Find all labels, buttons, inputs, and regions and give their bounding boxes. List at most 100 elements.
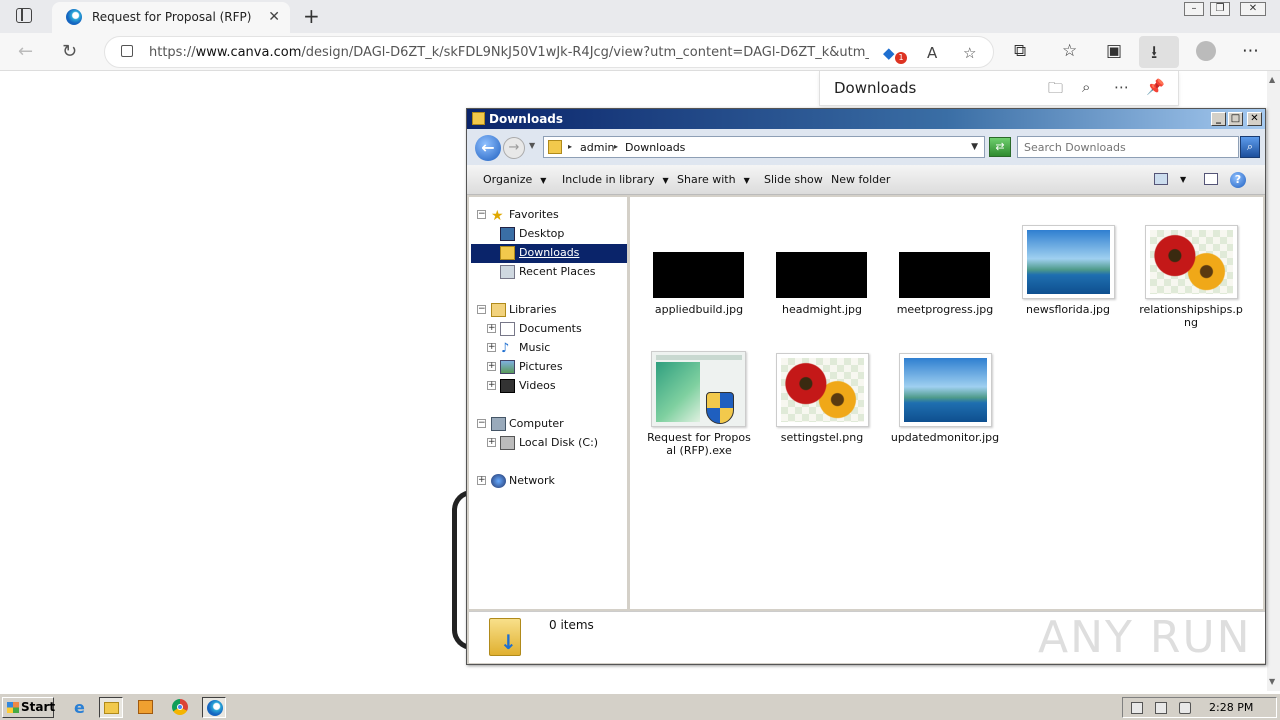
pin-icon[interactable]: 📌 [1146, 78, 1165, 96]
scroll-down-icon[interactable]: ▼ [1269, 677, 1275, 686]
collapse-icon[interactable]: − [477, 305, 486, 314]
nav-network[interactable]: + Network [469, 472, 625, 491]
explorer-maximize-button[interactable]: □ [1228, 112, 1243, 126]
nav-documents[interactable]: + Documents [469, 320, 625, 339]
browser-tab-active[interactable]: Request for Proposal (RFP) ✕ [52, 2, 290, 33]
media-player-icon[interactable] [134, 697, 158, 718]
expand-icon[interactable]: + [487, 343, 496, 352]
edge-icon[interactable] [202, 697, 226, 718]
expand-icon[interactable]: + [477, 476, 486, 485]
tab-actions-icon[interactable] [16, 8, 32, 23]
search-button-icon[interactable]: ⌕ [1240, 136, 1260, 158]
clock[interactable]: 2:28 PM [1209, 701, 1253, 714]
lock-icon[interactable] [121, 45, 133, 57]
breadcrumb-separator-icon[interactable]: ▸ [614, 142, 618, 151]
file-item[interactable]: settingstel.png [767, 351, 877, 451]
expand-icon[interactable]: + [487, 324, 496, 333]
downloads-button[interactable]: ⭳ [1139, 36, 1179, 68]
breadcrumb-separator-icon[interactable]: ▸ [568, 142, 572, 151]
image-thumbnail [1145, 225, 1238, 299]
explorer-folder-icon[interactable] [99, 697, 123, 718]
nav-videos[interactable]: + Videos [469, 377, 625, 396]
item-count: 0 items [549, 618, 594, 632]
new-folder-button[interactable]: New folder [831, 173, 890, 186]
nav-local-disk[interactable]: + Local Disk (C:) [469, 434, 625, 453]
organize-menu[interactable]: Organize ▼ [483, 173, 546, 186]
nav-music[interactable]: + ♪ Music [469, 339, 625, 358]
collapse-icon[interactable]: − [477, 419, 486, 428]
file-item[interactable]: meetprogress.jpg [890, 223, 1000, 323]
breadcrumb-downloads[interactable]: Downloads [625, 141, 685, 154]
explorer-title: Downloads [489, 112, 564, 126]
more-menu-icon[interactable]: ⋯ [1242, 41, 1259, 61]
nav-favorites[interactable]: − ★ Favorites [469, 206, 625, 225]
start-button[interactable]: Start [2, 697, 55, 718]
file-name: meetprogress.jpg [896, 303, 994, 316]
forward-button[interactable]: → [503, 137, 525, 159]
recent-pages-dropdown-icon[interactable]: ▼ [529, 141, 535, 150]
help-icon[interactable]: ? [1230, 172, 1246, 188]
new-tab-icon[interactable]: + [303, 4, 320, 28]
minimize-window-button[interactable]: – [1184, 2, 1204, 16]
chrome-icon[interactable] [168, 697, 192, 718]
explorer-titlebar[interactable]: Downloads _ □ ✕ [467, 109, 1265, 129]
read-aloud-icon[interactable]: A [927, 44, 937, 62]
back-button[interactable]: ← [475, 135, 501, 161]
file-item[interactable]: appliedbuild.jpg [644, 223, 754, 323]
include-in-library-menu[interactable]: Include in library ▼ [562, 173, 669, 186]
nav-desktop[interactable]: Desktop [469, 225, 625, 244]
nav-libraries[interactable]: − Libraries [469, 301, 625, 320]
collections-icon[interactable]: ▣ [1106, 41, 1122, 61]
close-window-button[interactable]: ✕ [1240, 2, 1266, 16]
nav-computer[interactable]: − Computer [469, 415, 625, 434]
expand-icon[interactable]: + [487, 438, 496, 447]
page-scrollbar[interactable]: ▲ ▼ [1267, 71, 1280, 691]
search-downloads-input[interactable] [1018, 137, 1218, 157]
tab-close-icon[interactable]: ✕ [268, 9, 280, 25]
expand-icon[interactable]: + [487, 362, 496, 371]
expand-icon[interactable]: + [487, 381, 496, 390]
path-dropdown-icon[interactable]: ▼ [971, 142, 978, 152]
more-options-icon[interactable]: ⋯ [1114, 78, 1129, 96]
add-favorite-icon[interactable]: ☆ [963, 44, 976, 62]
libraries-icon [491, 303, 506, 317]
explorer-minimize-button[interactable]: _ [1211, 112, 1226, 126]
open-folder-icon[interactable]: 🗀 [1048, 78, 1063, 103]
flag-icon[interactable] [1131, 702, 1143, 714]
collapse-icon[interactable]: − [477, 210, 486, 219]
file-item[interactable]: newsflorida.jpg [1013, 223, 1123, 323]
folder-icon [472, 112, 485, 125]
file-item[interactable]: headmight.jpg [767, 223, 877, 323]
tracking-prevention-icon[interactable]: ◆ [883, 44, 895, 62]
preview-pane-icon[interactable] [1204, 173, 1218, 185]
slide-show-button[interactable]: Slide show [764, 173, 823, 186]
search-icon[interactable]: ⌕ [1082, 78, 1090, 96]
extensions-icon[interactable]: ⧉ [1014, 41, 1026, 61]
scroll-up-icon[interactable]: ▲ [1269, 75, 1275, 84]
favorites-icon[interactable]: ☆ [1062, 41, 1077, 61]
internet-explorer-icon[interactable]: e [70, 697, 94, 718]
nav-pictures[interactable]: + Pictures [469, 358, 625, 377]
file-name: Request for Proposal (RFP).exe [647, 431, 751, 457]
explorer-close-button[interactable]: ✕ [1247, 112, 1262, 126]
reload-icon[interactable]: ↻ [62, 41, 77, 62]
change-view-icon[interactable] [1154, 173, 1168, 185]
address-bar[interactable]: https://www.canva.com/design/DAGl-D6ZT_k… [104, 36, 994, 68]
network-tray-icon[interactable] [1155, 702, 1167, 714]
back-icon[interactable]: ← [18, 41, 33, 62]
restore-window-button[interactable]: ❐ [1210, 2, 1230, 16]
file-item[interactable]: Request for Proposal (RFP).exe [644, 351, 754, 463]
share-with-menu[interactable]: Share with ▼ [677, 173, 750, 186]
file-item[interactable]: relationshipships.png [1136, 223, 1246, 333]
nav-downloads[interactable]: Downloads [469, 244, 625, 263]
path-bar[interactable]: ▸ admin ▸ Downloads ▼ [543, 136, 985, 158]
profile-avatar[interactable] [1196, 41, 1216, 61]
explorer-address-row: ← → ▼ ▸ admin ▸ Downloads ▼ ⇄ ⌕ [467, 129, 1265, 165]
downloads-flyout: Downloads 🗀 ⌕ ⋯ 📌 [819, 71, 1179, 106]
volume-icon[interactable] [1179, 702, 1191, 714]
refresh-button[interactable]: ⇄ [989, 137, 1011, 157]
nav-recent-places[interactable]: Recent Places [469, 263, 625, 282]
breadcrumb-admin[interactable]: admin [580, 141, 614, 154]
view-options-dropdown-icon[interactable]: ▼ [1180, 175, 1186, 184]
file-item[interactable]: updatedmonitor.jpg [890, 351, 1000, 451]
